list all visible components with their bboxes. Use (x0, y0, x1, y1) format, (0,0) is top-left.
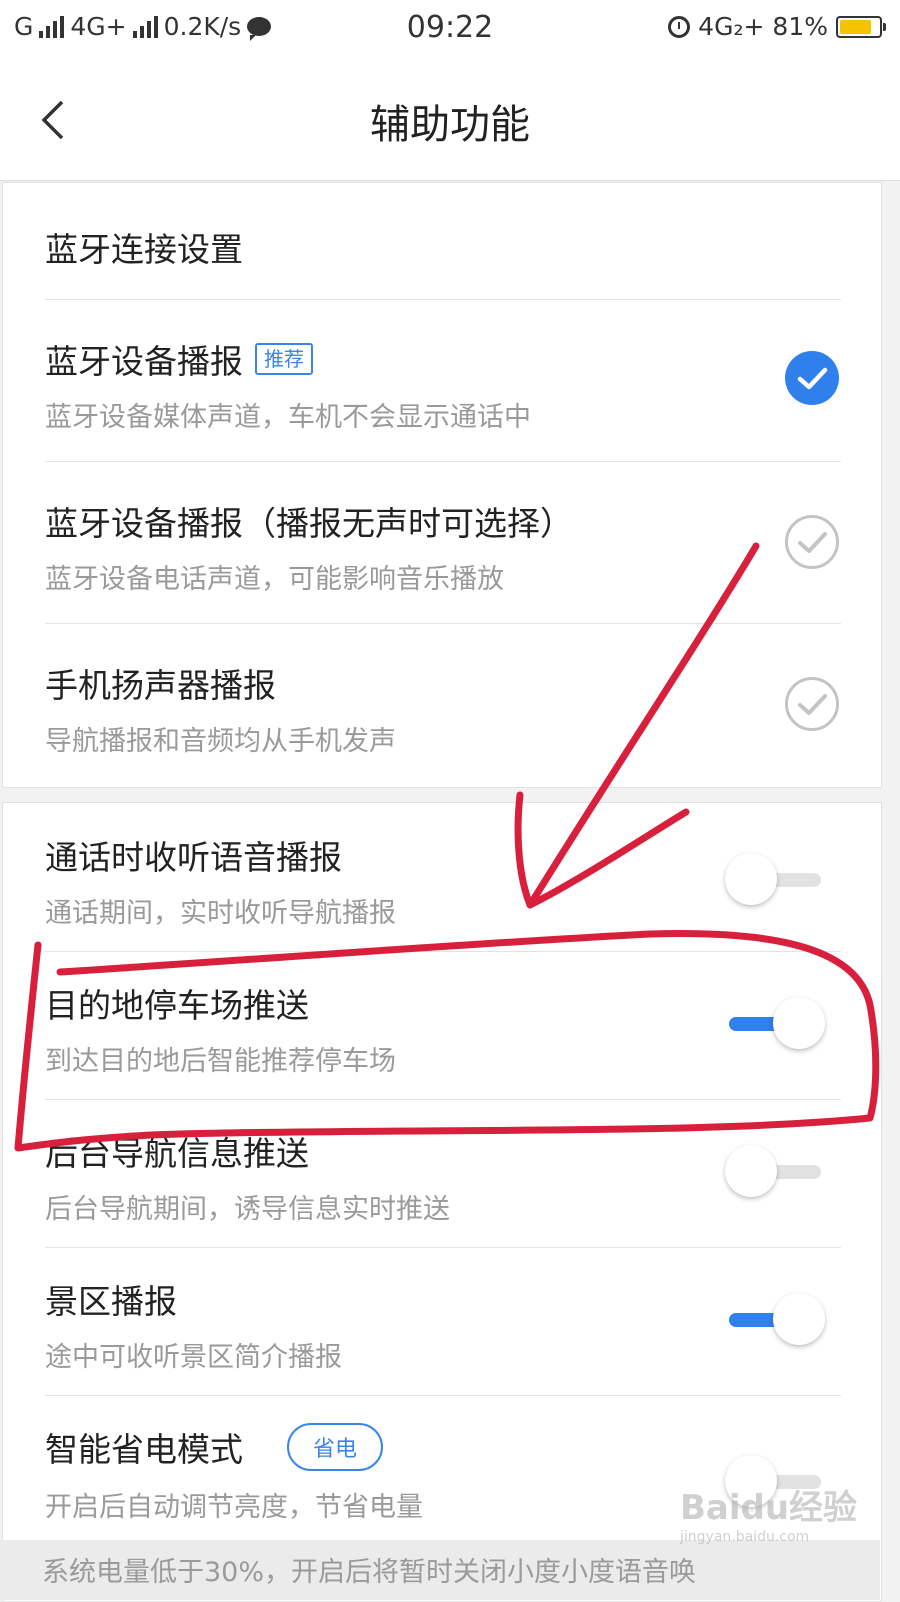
option-subtitle: 蓝牙设备媒体声道，车机不会显示通话中 (45, 402, 531, 433)
divider (45, 299, 841, 300)
unselected-check-icon[interactable] (785, 515, 839, 569)
toggle-knob (773, 1293, 825, 1345)
option-title: 蓝牙设备播报 推荐 (45, 335, 313, 383)
unselected-check-icon[interactable] (785, 677, 839, 731)
toggle-knob (773, 997, 825, 1049)
battery-percent: 81% (772, 12, 828, 41)
power-save-pill: 省电 (287, 1423, 384, 1471)
setting-title: 后台导航信息推送 (45, 1134, 309, 1173)
toggle-knob (725, 1145, 777, 1197)
setting-title: 景区播报 (45, 1282, 177, 1321)
setting-subtitle: 到达目的地后智能推荐停车场 (45, 1046, 396, 1077)
setting-title: 通话时收听语音播报 (45, 838, 342, 877)
watermark-url: jingyan.baidu.com (680, 1529, 810, 1545)
footer-note: 系统电量低于30%，开启后将暂时关闭小度小度语音唤 (42, 1557, 697, 1588)
broadcast-option-bluetooth-media[interactable]: 蓝牙设备播报 推荐 蓝牙设备媒体声道，车机不会显示通话中 (3, 299, 881, 461)
network-type: 4G₂+ (698, 12, 765, 41)
watermark-logo: Baidu经验 (680, 1488, 858, 1528)
setting-row-call-voice: 通话时收听语音播报 通话期间，实时收听导航播报 (3, 803, 881, 951)
setting-row-parking-push: 目的地停车场推送 到达目的地后智能推荐停车场 (3, 951, 881, 1099)
battery-fill (840, 19, 871, 34)
setting-subtitle: 途中可收听景区简介播报 (45, 1342, 342, 1373)
title-bar: 辅助功能 (0, 60, 900, 181)
toggle-switch[interactable] (725, 1291, 825, 1347)
divider (45, 1247, 841, 1248)
battery-icon (836, 15, 886, 38)
divider (45, 1099, 841, 1100)
setting-subtitle: 开启后自动调节亮度，节省电量 (45, 1492, 423, 1523)
setting-row-background-push: 后台导航信息推送 后台导航期间，诱导信息实时推送 (3, 1099, 881, 1247)
divider (45, 951, 841, 952)
status-bar: G 4G+ 0.2K/s 09:22 4G₂+ 81% (0, 0, 900, 60)
option-subtitle: 导航播报和音频均从手机发声 (45, 726, 396, 757)
toggle-switch[interactable] (725, 851, 825, 907)
toggle-knob (725, 853, 777, 905)
toggle-switch[interactable] (725, 1143, 825, 1199)
bluetooth-settings-card: 蓝牙连接设置 蓝牙设备播报 推荐 蓝牙设备媒体声道，车机不会显示通话中 蓝牙设备… (2, 182, 882, 788)
broadcast-option-phone-speaker[interactable]: 手机扬声器播报 导航播报和音频均从手机发声 (3, 623, 881, 785)
option-title: 手机扬声器播报 (45, 666, 276, 705)
setting-row-scenic-broadcast: 景区播报 途中可收听景区简介播报 (3, 1247, 881, 1395)
alarm-icon (668, 15, 691, 38)
status-right: 4G₂+ 81% (668, 12, 886, 41)
page-title: 辅助功能 (370, 102, 530, 148)
divider (45, 623, 841, 624)
toggle-switch[interactable] (725, 995, 825, 1051)
setting-subtitle: 后台导航期间，诱导信息实时推送 (45, 1194, 450, 1225)
setting-title: 智能省电模式 省电 (45, 1423, 384, 1471)
setting-subtitle: 通话期间，实时收听导航播报 (45, 898, 396, 929)
setting-title: 目的地停车场推送 (45, 986, 309, 1025)
watermark: Baidu经验 jingyan.baidu.com (680, 1480, 890, 1550)
option-title: 蓝牙设备播报（播报无声时可选择） (45, 504, 573, 543)
recommend-tag: 推荐 (255, 343, 313, 375)
option-subtitle: 蓝牙设备电话声道，可能影响音乐播放 (45, 564, 504, 595)
divider (45, 1395, 841, 1396)
divider (45, 461, 841, 462)
setting-title-text: 智能省电模式 (45, 1430, 243, 1469)
selected-check-icon[interactable] (785, 351, 839, 405)
broadcast-option-bluetooth-phone[interactable]: 蓝牙设备播报（播报无声时可选择） 蓝牙设备电话声道，可能影响音乐播放 (3, 461, 881, 623)
section-header: 蓝牙连接设置 (45, 230, 243, 269)
option-title-text: 蓝牙设备播报 (45, 342, 243, 381)
